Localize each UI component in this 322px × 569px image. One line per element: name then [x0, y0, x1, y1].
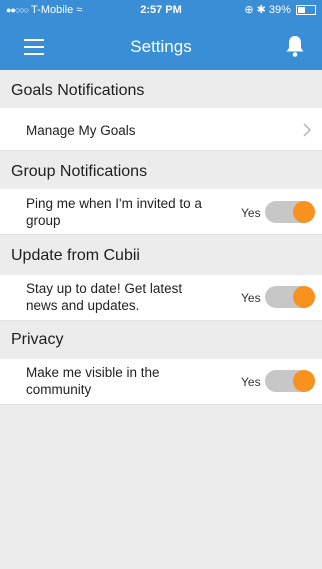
news-label-line2: news and updates.	[26, 298, 140, 313]
status-bar: ●●○○○ T-Mobile ≈ 2:57 PM ⊕ ✱ 39%	[0, 0, 322, 20]
bluetooth-icon: ✱	[256, 4, 266, 16]
manage-my-goals-label: Manage My Goals	[26, 123, 136, 138]
battery-percent: 39%	[268, 4, 291, 16]
news-updates-toggle[interactable]	[265, 286, 315, 308]
ping-label-line1: Ping me when I'm invited to a	[26, 196, 202, 211]
bell-icon[interactable]	[284, 34, 306, 58]
news-updates-label: Stay up to date! Get latest news and upd…	[26, 280, 182, 314]
toggle-knob	[293, 201, 315, 223]
news-label-line1: Stay up to date! Get latest	[26, 281, 183, 296]
nav-bar: Settings	[0, 20, 322, 70]
group-notifications-header: Group Notifications	[0, 151, 322, 189]
visible-community-label: Make me visible in the community	[26, 364, 160, 398]
ping-invite-toggle[interactable]	[265, 201, 315, 223]
news-toggle-yes-label: Yes	[241, 291, 261, 305]
status-right: ⊕ ✱ 39%	[244, 0, 316, 20]
visible-label-line2: community	[26, 382, 92, 397]
chevron-right-icon	[303, 123, 312, 137]
visible-community-toggle[interactable]	[265, 370, 315, 392]
ping-invite-label: Ping me when I'm invited to a group	[26, 195, 202, 229]
visible-label-line1: Make me visible in the	[26, 365, 160, 380]
ping-invite-row: Ping me when I'm invited to a group Yes	[0, 189, 322, 235]
page-title: Settings	[130, 37, 192, 56]
battery-icon	[296, 5, 316, 16]
news-updates-row: Stay up to date! Get latest news and upd…	[0, 275, 322, 321]
alarm-icon: ⊕	[244, 4, 254, 16]
privacy-header: Privacy	[0, 321, 322, 359]
ping-label-line2: group	[26, 213, 61, 228]
manage-my-goals-row[interactable]: Manage My Goals	[0, 108, 322, 151]
toggle-knob	[293, 370, 315, 392]
toggle-knob	[293, 286, 315, 308]
update-from-cubii-header: Update from Cubii	[0, 235, 322, 275]
goals-notifications-header: Goals Notifications	[0, 70, 322, 108]
visible-community-row: Make me visible in the community Yes	[0, 359, 322, 405]
visible-toggle-yes-label: Yes	[241, 375, 261, 389]
ping-toggle-yes-label: Yes	[241, 206, 261, 220]
